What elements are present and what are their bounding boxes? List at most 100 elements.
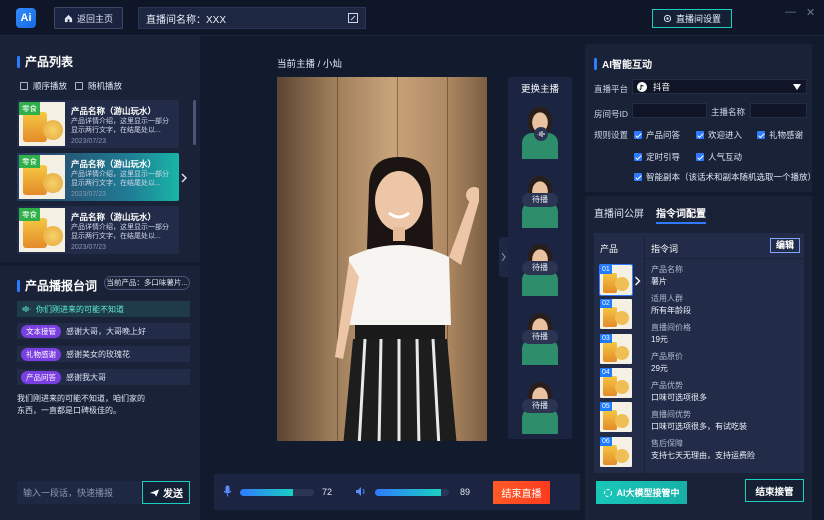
command-tabs: 直播间公屏 指令词配置 <box>594 205 706 224</box>
mic-slider[interactable] <box>240 489 314 496</box>
product-thumbnail: 零食 <box>19 208 65 252</box>
field-key: 直播间优势 <box>651 410 691 419</box>
current-product-badge[interactable]: 当前产品：多口味薯片... <box>104 276 190 290</box>
host-name-label: 主播名称 <box>711 107 746 117</box>
field-key: 产品名称 <box>651 265 683 274</box>
rule-smart-copy[interactable]: 智能副本（该话术和副本随机选取一个播放） <box>634 171 816 183</box>
collapse-handle[interactable] <box>499 237 508 277</box>
chevron-right-icon[interactable] <box>180 172 188 184</box>
anchor-status-label: 待播 <box>522 330 558 344</box>
speaker-icon[interactable] <box>355 486 367 497</box>
script-item-2[interactable]: 礼物感谢 感谢美女的玫瑰花 <box>17 346 190 362</box>
room-settings-button[interactable]: 直播间设置 <box>652 9 732 28</box>
script-text: 感谢大哥，大哥晚上好 <box>66 326 146 336</box>
edit-button[interactable]: 编辑 <box>770 238 800 253</box>
send-icon <box>149 488 160 497</box>
room-settings-label: 直播间设置 <box>675 14 721 24</box>
product-thumb-3[interactable]: 03 <box>600 334 632 364</box>
mic-level-value: 72 <box>322 487 333 497</box>
platform-select[interactable]: 抖音 <box>632 79 807 94</box>
home-button[interactable]: 返回主页 <box>54 7 123 29</box>
random-checkbox[interactable] <box>75 82 83 90</box>
tab-live-screen[interactable]: 直播间公屏 <box>594 205 644 224</box>
script-text: 感谢美女的玫瑰花 <box>66 349 130 359</box>
volume-level-value: 89 <box>460 487 471 497</box>
rule-welcome[interactable]: 欢迎进入 <box>696 129 742 141</box>
product-column-header: 产品 <box>600 244 619 254</box>
ai-takeover-button[interactable]: AI大模型接管中 <box>596 481 687 504</box>
product-date: 2023/07/23 <box>71 244 107 251</box>
listening-text: 你们刚进来的可能不知道 <box>36 304 124 314</box>
minimize-button[interactable]: — <box>785 6 796 18</box>
product-thumb-4[interactable]: 04 <box>600 368 632 398</box>
chevron-right-icon <box>501 252 506 262</box>
home-button-label: 返回主页 <box>76 13 113 24</box>
close-button[interactable]: ✕ <box>806 6 815 19</box>
listening-text-row: 你们刚进来的可能不知道 <box>17 301 190 317</box>
rule-checkbox[interactable] <box>634 131 642 139</box>
send-button-label: 发送 <box>163 489 183 500</box>
product-thumb-1[interactable]: 01 <box>599 264 633 296</box>
script-text: 感谢我大哥 <box>66 372 106 382</box>
script-item-1[interactable]: 文本接管 感谢大哥，大哥晚上好 <box>17 323 190 339</box>
end-live-button[interactable]: 结束直播 <box>493 481 550 504</box>
product-list-scrollbar[interactable] <box>193 100 196 145</box>
script-item-3[interactable]: 产品问答 感谢我大哥 <box>17 369 190 385</box>
rule-checkbox[interactable] <box>634 153 642 161</box>
room-id-input[interactable] <box>632 103 707 118</box>
rule-gift-thanks[interactable]: 礼物感谢 <box>757 129 803 141</box>
script-body-text: 我们刚进来的可能不知道，咱们家的东西，一直都是口碑极佳的。 <box>17 394 145 415</box>
tiktok-icon <box>637 81 647 92</box>
product-description: 产品详情介绍，这里显示一部分显示两行文字，在结尾处以... <box>71 118 169 134</box>
random-play-option[interactable]: 随机播放 <box>75 80 122 92</box>
sequential-play-option[interactable]: 顺序播放 <box>20 80 67 92</box>
command-table: 产品 指令词 编辑 01 02 03 04 05 06 产品名称 薯片 适用人群… <box>594 233 804 473</box>
rule-checkbox[interactable] <box>696 131 704 139</box>
product-thumb-5[interactable]: 05 <box>600 402 632 432</box>
anchor-status-label: 待播 <box>522 261 558 275</box>
command-column-header: 指令词 <box>651 244 679 254</box>
host-name-input[interactable] <box>750 103 807 118</box>
chevron-down-icon <box>793 84 801 90</box>
field-key: 产品原价 <box>651 352 683 361</box>
field-key: 适用人群 <box>651 294 683 303</box>
room-name-text: 直播间名称：XXX <box>146 14 227 26</box>
product-thumb-6[interactable]: 06 <box>600 437 632 467</box>
anchor-switch-panel: 更换主播 待播 待播 待播 待播 <box>508 77 572 439</box>
rules-label: 规则设置 <box>594 130 629 140</box>
rule-checkbox[interactable] <box>634 173 642 181</box>
sequential-checkbox[interactable] <box>20 82 28 90</box>
rule-checkbox[interactable] <box>757 131 765 139</box>
microphone-icon[interactable] <box>223 485 232 497</box>
tab-command-config[interactable]: 指令词配置 <box>656 205 706 224</box>
rule-popularity[interactable]: 人气互动 <box>696 151 742 163</box>
playing-indicator <box>534 127 548 141</box>
broadcast-input[interactable]: 输入一段话，快速播报 <box>17 481 141 504</box>
app-logo: Ai <box>16 8 36 28</box>
product-list-title: 产品列表 <box>17 53 73 70</box>
field-key: 售后保障 <box>651 439 683 448</box>
product-thumb-2[interactable]: 02 <box>600 299 632 329</box>
product-card-1[interactable]: 零食 产品名称（游山玩水） 产品详情介绍，这里显示一部分显示两行文字，在结尾处以… <box>17 100 179 148</box>
send-button[interactable]: 发送 <box>142 481 190 504</box>
script-tag: 礼物感谢 <box>21 347 61 361</box>
volume-slider[interactable] <box>375 489 449 496</box>
edit-icon[interactable] <box>348 13 358 23</box>
field-value: 薯片 <box>651 277 667 286</box>
product-thumbnail: 零食 <box>19 102 65 146</box>
product-name: 产品名称（游山玩水） <box>71 212 157 222</box>
field-value: 口味可选项很多，有试吃装 <box>651 422 747 431</box>
end-takeover-button[interactable]: 结束接管 <box>745 479 804 502</box>
product-card-2[interactable]: 零食 产品名称（游山玩水） 产品详情介绍，这里显示一部分显示两行文字，在结尾处以… <box>17 153 179 201</box>
current-host-label: 当前主播 / 小灿 <box>277 59 342 70</box>
chevron-right-icon[interactable] <box>634 276 641 286</box>
room-name-field[interactable]: 直播间名称：XXX <box>138 7 366 29</box>
field-value: 所有年龄段 <box>651 306 691 315</box>
rule-timed-guide[interactable]: 定时引导 <box>634 151 680 163</box>
sound-wave-icon <box>22 306 31 312</box>
home-icon <box>64 14 73 22</box>
rule-checkbox[interactable] <box>696 153 704 161</box>
rule-product-qa[interactable]: 产品问答 <box>634 129 680 141</box>
gear-icon <box>663 14 672 23</box>
product-card-3[interactable]: 零食 产品名称（游山玩水） 产品详情介绍，这里显示一部分显示两行文字，在结尾处以… <box>17 206 179 254</box>
